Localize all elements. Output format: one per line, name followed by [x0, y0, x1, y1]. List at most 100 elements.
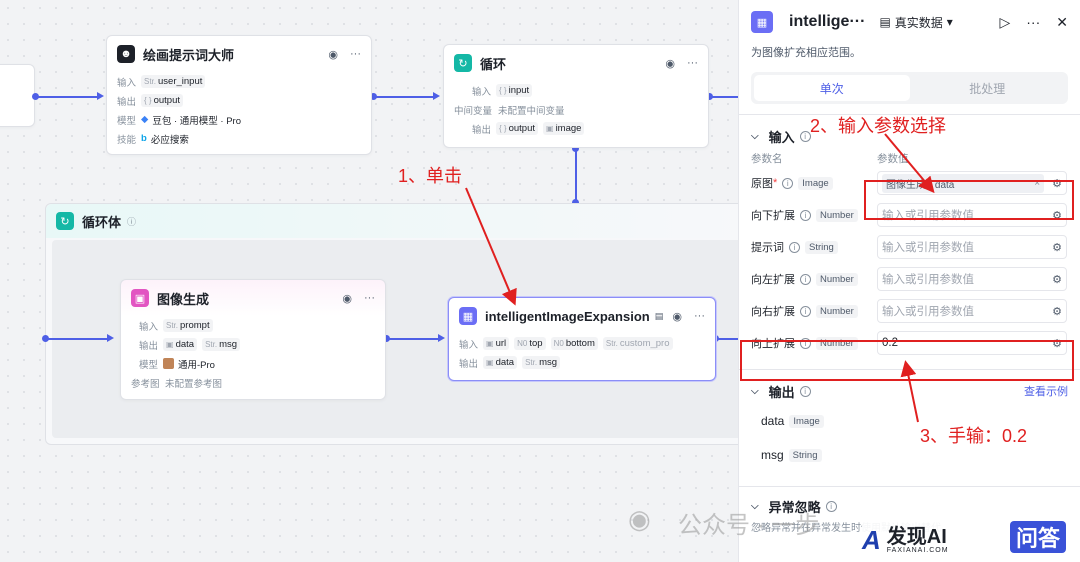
param-type: String: [805, 240, 838, 254]
param-input[interactable]: 输入或引用参数值 ⚙: [877, 235, 1067, 259]
mode-tabs: 单次 批处理: [751, 72, 1068, 104]
mid-var-label: 中间变量: [454, 105, 493, 117]
view-example-link[interactable]: 查看示例: [1024, 383, 1068, 399]
ref-value: 未配置参考图: [165, 378, 223, 390]
node-config-panel: ▦ intellige··· ▤ 真实数据 ▾ ▷ ··· ✕ 为图像扩充相应范围。 单…: [738, 0, 1080, 562]
param-name: 向左扩展: [751, 274, 795, 286]
more-icon[interactable]: ···: [350, 48, 361, 61]
more-icon[interactable]: ···: [687, 57, 698, 70]
model-value: 豆包 · 通用模型 · Pro: [152, 115, 241, 127]
info-icon: i: [782, 177, 794, 189]
edge-arrow: [438, 334, 445, 342]
more-icon[interactable]: ···: [1026, 14, 1040, 30]
section-title: 输出: [768, 384, 795, 400]
input-label: 输入: [117, 77, 137, 89]
close-icon[interactable]: ✕: [1056, 14, 1068, 31]
output-label: 输出: [117, 96, 137, 108]
watermark-wechat-icon: ◉: [628, 504, 651, 534]
input-label: 输入: [459, 339, 479, 351]
output-section-header[interactable]: ⌵ 输出 i 查看示例: [739, 378, 1080, 404]
param-type: Image: [798, 176, 833, 190]
watermark-text: 公众号 · 一步: [678, 512, 820, 539]
param-tag: N0 top: [514, 337, 546, 350]
param-tag: ▣ url: [483, 337, 510, 350]
info-icon: i: [825, 500, 837, 512]
plugin-icon: ▦: [459, 307, 477, 325]
node-title: 图像生成: [157, 291, 210, 307]
node-intelligent-image-expansion[interactable]: ▦ intelligentImageExpansion ▤ ◉ ··· 输入 ▣ ur…: [448, 297, 716, 381]
param-tag: N0 bottom: [550, 337, 598, 350]
edge-loop-to-body: [575, 150, 577, 202]
param-tag: Str. prompt: [163, 319, 213, 332]
run-icon[interactable]: ◉: [342, 292, 352, 305]
tab-batch[interactable]: 批处理: [910, 75, 1066, 101]
param-input[interactable]: 输入或引用参数值 ⚙: [877, 267, 1067, 291]
param-type: Number: [816, 304, 858, 318]
info-icon: i: [799, 385, 811, 397]
section-title: 输入: [768, 129, 795, 145]
param-input[interactable]: 输入或引用参数值 ⚙: [877, 299, 1067, 323]
run-icon[interactable]: ◉: [672, 310, 682, 323]
node-prompt-master[interactable]: ☻ 绘画提示词大师 ◉ ··· 输入 Str. user_input 输出 { } out…: [106, 35, 372, 155]
annotation-step1: 1、单击: [398, 166, 463, 186]
brand-name: 发现AI: [886, 525, 947, 548]
group-title: 循环体: [82, 214, 122, 230]
edge-prompt-to-loop: [374, 96, 434, 98]
more-icon[interactable]: ···: [694, 310, 705, 323]
param-tag: Str. user_input: [141, 75, 206, 88]
param-tag: Str. msg: [202, 338, 241, 351]
edge-arrow: [433, 92, 440, 100]
edge-arrow: [107, 334, 114, 342]
output-label: 输出: [472, 124, 492, 136]
run-icon[interactable]: ▷: [999, 14, 1010, 31]
output-name: msg: [761, 448, 784, 462]
param-row: 向左扩展 i Number 输入或引用参数值 ⚙: [739, 263, 1080, 295]
info-icon: i: [800, 305, 811, 317]
mid-var-value: 未配置中间变量: [498, 105, 565, 117]
input-label: 输入: [139, 321, 159, 333]
annotation-step3: 3、手输：0.2: [920, 426, 1028, 446]
plugin-icon: ▦: [751, 11, 773, 33]
param-tag: { } output: [141, 94, 183, 107]
run-icon[interactable]: ◉: [328, 48, 338, 61]
highlight-box-up-expand: [740, 340, 1074, 381]
output-name: data: [761, 414, 785, 428]
upstream-node-stub[interactable]: [0, 64, 35, 127]
gear-icon[interactable]: ⚙: [1052, 241, 1062, 254]
output-type: String: [788, 448, 822, 462]
run-icon[interactable]: ◉: [665, 57, 675, 70]
output-type: Image: [789, 414, 824, 428]
qa-badge: 问答: [1010, 521, 1066, 553]
node-title: 循环: [480, 56, 507, 72]
param-tag: { } input: [496, 84, 533, 97]
model-icon: ◆: [141, 114, 149, 125]
chevron-down-icon: ⌵: [751, 130, 759, 142]
output-row: data Image: [739, 404, 1080, 438]
param-tag: ▣ data: [483, 356, 518, 369]
loop-icon: ↻: [454, 54, 472, 72]
data-mode-dropdown[interactable]: ▤ 真实数据 ▾: [879, 14, 952, 31]
gear-icon[interactable]: ⚙: [1052, 273, 1062, 286]
param-row: 向右扩展 i Number 输入或引用参数值 ⚙: [739, 295, 1080, 327]
workflow-canvas[interactable]: ☻ 绘画提示词大师 ◉ ··· 输入 Str. user_input 输出 { } out…: [0, 0, 740, 562]
node-image-generation[interactable]: ▣ 图像生成 ◉ ··· 输入 Str. prompt 输出 ▣ data Str. msg …: [120, 279, 386, 400]
required-mark: *: [773, 177, 778, 189]
store-icon: ▤: [654, 310, 664, 321]
param-tag: ▣ image: [543, 122, 585, 135]
col-param-name: 参数名: [751, 152, 783, 165]
edge-image-to-expansion: [387, 338, 439, 340]
gear-icon[interactable]: ⚙: [1052, 305, 1062, 318]
info-icon: i: [800, 273, 811, 285]
tab-single[interactable]: 单次: [754, 75, 910, 101]
brand-sub: FAXIANAI.COM: [886, 546, 949, 554]
node-title: intelligentImageExpansion: [485, 308, 650, 324]
model-label: 模型: [139, 359, 159, 371]
param-tag: ▣ data: [163, 338, 198, 351]
output-label: 输出: [139, 340, 159, 352]
output-row: msg String: [739, 438, 1080, 472]
model-value: 通用-Pro: [178, 359, 215, 371]
node-loop[interactable]: ↻ 循环 ◉ ··· 输入 { } input 中间变量 未配置中间变量 输出 { } ou…: [443, 44, 709, 148]
output-label: 输出: [459, 358, 479, 370]
info-icon[interactable]: ⓘ: [127, 215, 136, 228]
more-icon[interactable]: ···: [364, 292, 375, 305]
